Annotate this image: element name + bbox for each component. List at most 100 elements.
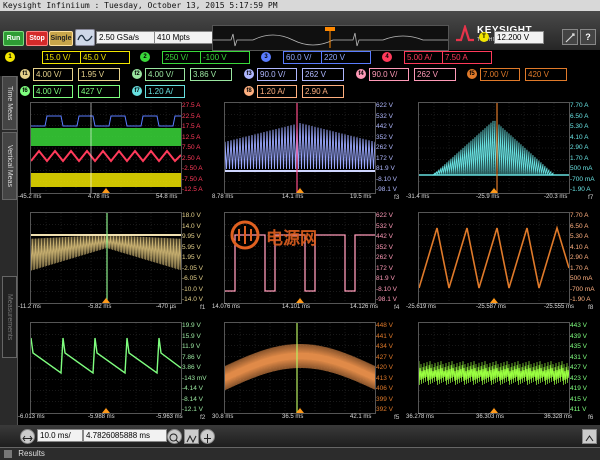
channel-1-scale[interactable]: 15.0 V/ [42,51,81,64]
y-axis-label: 532 V [376,222,393,230]
y-axis-label: 392 V [376,406,393,413]
y-axis-label: 532 V [376,112,393,120]
waveform-plot-6[interactable] [418,212,570,304]
help-button[interactable]: ? [580,29,596,45]
waveform-plot-9[interactable] [418,322,570,414]
function-7-chip[interactable]: f7 [132,86,142,96]
results-bar[interactable]: Results [0,447,600,460]
horizontal-icon[interactable] [20,429,35,444]
channel-4-scale[interactable]: 5.00 A/ [404,51,443,64]
channel-2-scale[interactable]: 250 V/ [162,51,201,64]
function-6-offset[interactable]: 427 V [78,85,120,98]
y-axis-label: -1.90 A [570,296,591,303]
waveform-plot-3[interactable] [418,102,570,194]
waveform-plot-8[interactable] [224,322,376,414]
stop-button[interactable]: Stop [26,31,48,46]
channel-3-offset[interactable]: 220 V [321,51,371,64]
tools-icon[interactable] [562,29,578,45]
channel-2-chip[interactable]: 2 [140,52,150,62]
y-axis-label: 3.86 V [182,364,201,371]
function-1-offset[interactable]: 1.95 V [78,68,120,81]
function-4-offset[interactable]: 262 V [414,68,456,81]
function-1-scale[interactable]: 4.00 V/ [33,68,73,81]
trigger-chip[interactable]: T [479,32,489,42]
y-axis-label: 419 V [570,385,587,392]
channel-2-offset[interactable]: -100 V [200,51,250,64]
waveform-plot-1[interactable] [30,102,182,194]
channel-3-chip[interactable]: 3 [261,52,271,62]
function-5-chip[interactable]: f5 [467,69,477,79]
y-axis-label: 411 V [570,406,587,413]
y-axis-label: 622 V [376,212,393,219]
channel-1-chip[interactable]: 1 [5,52,15,62]
waveform-plot-2[interactable] [224,102,376,194]
function-1-chip[interactable]: f1 [20,69,30,79]
time-axis-label: 14.1 ms [282,194,304,200]
channel-4-offset[interactable]: 7.50 A [442,51,492,64]
function-4-scale[interactable]: 90.0 V/ [369,68,409,81]
y-axis-label: 1.70 A [570,154,589,162]
function-3-chip[interactable]: f3 [244,69,254,79]
channel-3-scale[interactable]: 60.0 V/ [283,51,322,64]
y-axis-label: 7.70 A [570,102,589,109]
y-axis-label: 399 V [376,395,393,403]
function-5-scale[interactable]: 7.00 V/ [480,68,520,81]
function-7-scale[interactable]: 1.20 A/ [145,85,185,98]
channel-1-offset[interactable]: 45.0 V [80,51,130,64]
sample-rate-field[interactable]: 2.50 GSa/s [96,31,156,44]
function-2-chip[interactable]: f2 [132,69,142,79]
trigger-overview[interactable] [212,25,449,51]
y-axis-label: -2.05 V [182,264,203,272]
waveform-panel-4[interactable]: 18.0 V 14.0 V 9.95 V 5.95 V 1.95 V -2.05 V -6.… [18,210,210,318]
function-2-scale[interactable]: 4.00 V/ [145,68,185,81]
memory-depth-field[interactable]: 410 Mpts [154,31,214,44]
timebase-scale-field[interactable]: 10.0 ms/ [37,429,83,442]
function-8-chip[interactable]: f8 [244,86,254,96]
delay-icon[interactable] [184,429,199,444]
y-axis-label: 18.0 V [182,212,201,219]
time-axis-label: 36.328 ms [544,414,573,420]
y-axis-label: 262 V [376,254,393,261]
function-2-offset[interactable]: 3.86 V [190,68,232,81]
function-4-chip[interactable]: f4 [356,69,366,79]
time-meas-tab[interactable]: Time Meas [2,76,17,130]
y-axis-label: -98.1 V [376,296,397,303]
single-button[interactable]: Single [49,31,73,46]
run-button[interactable]: Run [3,31,24,46]
waveform-panel-3[interactable]: 7.70 A 6.50 A 5.30 A 4.10 A 2.90 A 1.70 A 500 … [406,100,598,208]
waveform-panel-6[interactable]: 7.70 A 6.50 A 5.30 A 4.10 A 2.90 A 1.70 A 500 … [406,210,598,318]
function-8-scale[interactable]: 1.20 A/ [257,85,297,98]
timebase-position-field[interactable]: 4.7826085888 ms [83,429,167,442]
waveform-panel-7[interactable]: 19.9 V 15.9 V 11.9 V 7.86 V 3.86 V -143 mV -4.… [18,320,210,428]
y-axis-label: 2.90 A [570,254,589,261]
zoom-icon[interactable] [167,429,182,444]
channel-4-chip[interactable]: 4 [382,52,392,62]
y-axis-label: 4.10 A [570,243,589,251]
y-axis-label: 443 V [570,322,587,329]
waveform-panel-2[interactable]: 622 V 532 V 442 V 352 V 262 V 172 V 81.9 V -8.1… [212,100,404,208]
marker-icon[interactable] [200,429,215,444]
function-5-offset[interactable]: 420 V [525,68,567,81]
vertical-meas-tab[interactable]: Vertical Meas [2,132,17,200]
y-axis-label: 420 V [376,364,393,371]
expand-icon[interactable] [582,429,597,444]
function-6-chip[interactable]: f6 [20,86,30,96]
measurements-tab[interactable]: Measurements [2,276,17,358]
y-axis-label: 11.9 V [182,343,201,350]
waveform-panel-1[interactable]: 27.5 A 22.5 A 17.5 A 12.5 A 7.50 A 2.50 A -2.5… [18,100,210,208]
time-axis-label: 14.126 ms [350,304,379,310]
waveform-panel-9[interactable]: 443 V 439 V 435 V 431 V 427 V 423 V 419 V 415 V… [406,320,598,428]
trigger-level-field[interactable]: 12.200 V [494,31,544,44]
function-3-offset[interactable]: 262 V [302,68,344,81]
function-8-offset[interactable]: 2.90 A [302,85,344,98]
function-6-scale[interactable]: 4.00 V/ [33,85,73,98]
waveform-plot-7[interactable] [30,322,182,414]
function-label: f6 [588,414,594,421]
waveform-panel-8[interactable]: 448 V 441 V 434 V 427 V 420 V 413 V 406 V 399 V… [212,320,404,428]
acquisition-mode-icon[interactable] [75,29,95,46]
channel-row-2: f1 4.00 V/ 1.95 V f2 4.00 V/ 3.86 V f3 9… [0,68,600,81]
waveform-plot-4[interactable] [30,212,182,304]
function-3-scale[interactable]: 90.0 V/ [257,68,297,81]
results-expand-icon[interactable] [4,449,12,458]
time-axis-label: 36.5 ms [282,414,304,420]
